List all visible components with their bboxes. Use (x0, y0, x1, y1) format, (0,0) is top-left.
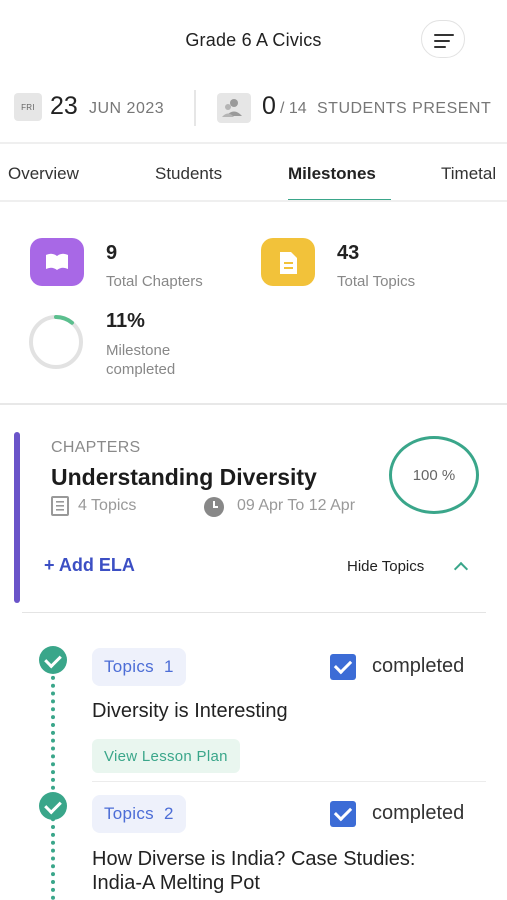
topic-title: How Diverse is India? Case Studies: Indi… (92, 848, 416, 894)
calendar-day-badge: FRI (14, 93, 42, 121)
topic-title: Diversity is Interesting (92, 700, 288, 722)
book-icon (30, 238, 84, 286)
timeline-line (51, 668, 55, 900)
app-header: Grade 6 A Civics (0, 0, 507, 80)
date-month-year: JUN 2023 (89, 100, 165, 117)
document-icon (261, 238, 315, 286)
topic-chip: Topics 1 (92, 648, 186, 686)
chapter-topics-count: 4 Topics (78, 497, 137, 514)
completed-label: completed (372, 802, 465, 824)
milestone-progress-ring (29, 315, 83, 369)
total-chapters-label: Total Chapters (106, 273, 203, 290)
divider (194, 90, 196, 126)
chapter-percent-circle: 100 % (389, 436, 479, 514)
menu-button[interactable] (421, 20, 465, 58)
total-chapters-value: 9 (106, 242, 118, 264)
total-topics-value: 43 (337, 242, 360, 264)
active-tab-indicator (288, 199, 391, 200)
chapter-caption: CHAPTERS (51, 439, 141, 456)
date-day: 23 (50, 92, 78, 120)
milestone-label: Milestone completed (106, 342, 176, 378)
milestone-stats: 9 Total Chapters 43 Total Topics 11% Mil… (0, 204, 507, 404)
chevron-up-icon[interactable] (453, 561, 469, 577)
chapter-accent-bar (14, 432, 20, 603)
chapter-date-range: 09 Apr To 12 Apr (237, 497, 356, 514)
completed-checkbox[interactable] (330, 654, 356, 680)
tab-students[interactable]: Students (155, 164, 222, 184)
students-present-label: STUDENTS PRESENT (317, 100, 492, 117)
completed-label: completed (372, 655, 465, 677)
add-ela-button[interactable]: + Add ELA (44, 555, 135, 576)
chapter-card[interactable]: CHAPTERS Understanding Diversity 4 Topic… (0, 430, 507, 605)
chapter-title: Understanding Diversity (51, 464, 317, 490)
students-present-count: 0 (262, 92, 276, 120)
total-topics-label: Total Topics (337, 273, 416, 290)
tab-milestones[interactable]: Milestones (288, 164, 376, 184)
topic-divider (92, 781, 486, 782)
class-info-row: FRI 23 JUN 2023 0 / 14 STUDENTS PRESENT (0, 86, 507, 132)
check-circle-icon (39, 646, 67, 674)
tab-timetable[interactable]: Timetal (441, 164, 496, 184)
completed-checkbox[interactable] (330, 801, 356, 827)
tab-bar: Overview Students Milestones Timetal (0, 142, 507, 202)
clock-icon (204, 497, 224, 517)
section-divider (0, 403, 507, 405)
view-lesson-plan-button[interactable]: View Lesson Plan (92, 739, 240, 773)
hide-topics-button[interactable]: Hide Topics (347, 558, 424, 575)
tab-overview[interactable]: Overview (8, 164, 79, 184)
chapter-percent: 100 % (412, 466, 456, 484)
topic-chip: Topics 2 (92, 795, 186, 833)
milestone-percent-value: 11% (106, 310, 145, 332)
topics-list-icon (51, 496, 69, 516)
students-icon (217, 93, 251, 123)
students-total: / 14 (280, 100, 307, 117)
check-circle-icon (39, 792, 67, 820)
topics-divider (22, 612, 486, 613)
